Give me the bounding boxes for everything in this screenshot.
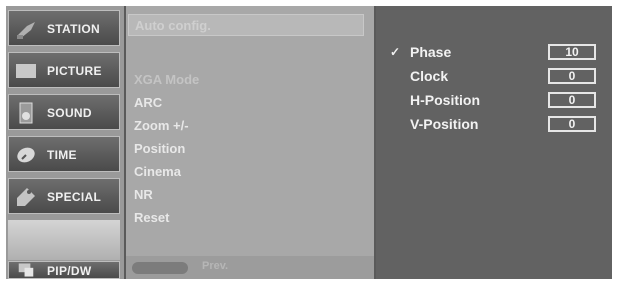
submenu-item[interactable]: NR [134,187,153,202]
submenu-item[interactable]: Zoom +/- [134,118,189,133]
speaker-icon [19,102,33,124]
submenu-item[interactable]: ARC [134,95,162,110]
setting-value[interactable]: 0 [548,68,596,84]
menu-item-label: SOUND [47,106,92,120]
antenna-icon [17,22,35,39]
settings-panel: ✓ Phase 10 Clock 0 H-Position 0 V-Positi… [376,6,612,279]
submenu-item[interactable]: Reset [134,210,169,225]
setting-label: Phase [410,44,452,60]
menu-item-label: SPECIAL [47,190,102,204]
submenu-item[interactable]: Position [134,141,185,156]
submenu-panel: Auto config. XGA Mode ARC Zoom +/- Posit… [126,6,374,279]
menu-item-picture[interactable]: PICTURE [8,52,120,88]
menu-item-label: STATION [47,22,100,36]
setting-label: Clock [410,68,449,84]
clock-icon [17,147,35,163]
menu-spacer [8,220,120,260]
submenu-header[interactable]: Auto config. [128,14,364,36]
setting-row-phase[interactable]: ✓ Phase 10 [390,44,600,62]
setting-row-h-position[interactable]: H-Position 0 [390,92,600,110]
osd-menu: STATION PICTURE SOUND TIME SPECIAL PIP/D… [6,6,612,279]
setting-value[interactable]: 0 [548,92,596,108]
pip-icon [18,263,34,277]
submenu-item[interactable]: Cinema [134,164,181,179]
setting-value[interactable]: 0 [548,116,596,132]
setting-row-clock[interactable]: Clock 0 [390,68,600,86]
setting-value[interactable]: 10 [548,44,596,60]
prev-button-icon[interactable] [132,262,188,274]
menu-item-label: PIP/DW [47,264,92,278]
prev-label: Prev. [202,260,229,272]
menu-item-station[interactable]: STATION [8,10,120,46]
menu-item-label: TIME [47,148,77,162]
menu-item-time[interactable]: TIME [8,136,120,172]
tag-icon [17,188,35,206]
check-icon: ✓ [390,45,401,59]
menu-item-label: PICTURE [47,64,102,78]
setting-label: H-Position [410,92,480,108]
setting-label: V-Position [410,116,479,132]
picture-icon [16,64,36,78]
submenu-item[interactable]: XGA Mode [134,72,199,87]
menu-item-pip[interactable]: PIP/DW [8,261,120,279]
submenu-footer: Prev. [126,256,374,279]
setting-row-v-position[interactable]: V-Position 0 [390,116,600,134]
menu-item-special[interactable]: SPECIAL [8,178,120,214]
main-menu: STATION PICTURE SOUND TIME SPECIAL PIP/D… [6,6,124,279]
menu-item-sound[interactable]: SOUND [8,94,120,130]
